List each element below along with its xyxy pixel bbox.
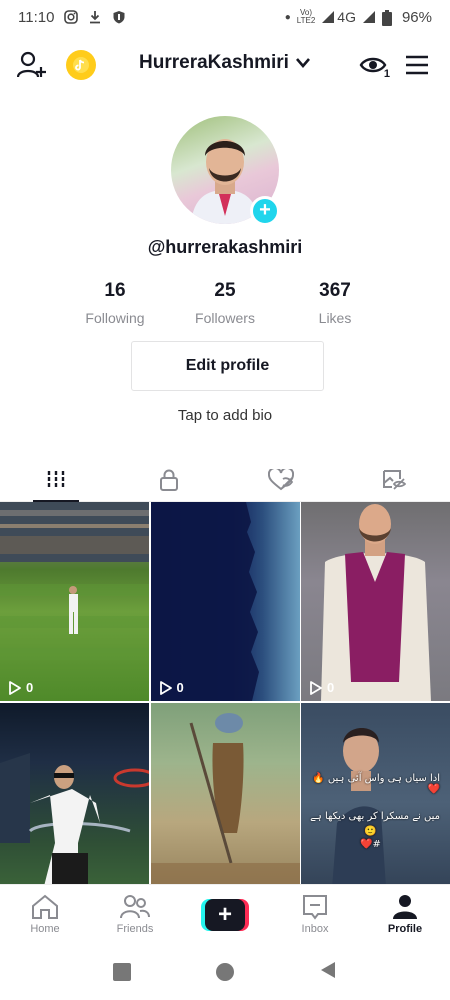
caption-line: 🙂 bbox=[364, 826, 377, 837]
tagged-hidden-icon bbox=[382, 469, 406, 490]
instagram-notification-icon bbox=[64, 10, 79, 24]
volte-indicator: Vo) LTE2 bbox=[296, 8, 316, 25]
grid-icon bbox=[48, 470, 65, 489]
tab-videos[interactable] bbox=[0, 458, 113, 502]
back-triangle-icon bbox=[321, 961, 336, 978]
stat-value: 367 bbox=[319, 280, 351, 301]
video-view-count: 0 bbox=[8, 680, 33, 695]
liked-hidden-icon bbox=[268, 468, 295, 490]
plus-icon: + bbox=[259, 199, 271, 221]
video-view-count: 0 bbox=[309, 680, 334, 695]
video-thumbnail[interactable] bbox=[150, 703, 300, 902]
video-grid: 0 0 0 ادا سیاں ہی واس آئی ہیں 🔥❤️ میں نے… bbox=[0, 502, 450, 902]
caption-line: میں نے مسکرا کر بھی دیکھا ہے bbox=[310, 811, 440, 822]
bottom-navigation: Home Friends + Inbox Profile bbox=[0, 884, 450, 944]
cricket-player-scene bbox=[0, 753, 149, 902]
chevron-down-icon bbox=[295, 58, 310, 68]
download-icon bbox=[88, 10, 102, 24]
nav-create[interactable]: + bbox=[180, 885, 270, 944]
battery-icon bbox=[381, 10, 396, 26]
nav-label: Friends bbox=[116, 923, 154, 935]
status-bar: 11:10 ● Vo) LTE2 4G 96% bbox=[0, 0, 450, 34]
create-video-button[interactable]: + bbox=[201, 898, 249, 931]
man-in-waistcoat-scene bbox=[321, 504, 431, 701]
profile-handle: @hurrerakashmiri bbox=[147, 237, 303, 257]
home-icon bbox=[32, 894, 58, 919]
video-thumbnail[interactable]: 0 bbox=[0, 502, 149, 701]
plus-icon: + bbox=[205, 898, 245, 931]
nav-friends[interactable]: Friends bbox=[90, 885, 180, 944]
battery-percent: 96% bbox=[401, 8, 432, 26]
network-type: 4G bbox=[337, 9, 356, 25]
stat-likes[interactable]: 367 Likes bbox=[280, 280, 390, 326]
recent-apps-button[interactable] bbox=[112, 963, 131, 981]
views-badge: 1 bbox=[383, 68, 390, 80]
top-username: HurreraKashmiri bbox=[139, 52, 289, 73]
tab-tagged[interactable] bbox=[338, 458, 450, 501]
caption-line: #❤️ bbox=[360, 839, 381, 850]
profile-top-bar: HurreraKashmiri 1 bbox=[0, 44, 450, 86]
video-thumbnail[interactable] bbox=[0, 703, 149, 902]
play-icon bbox=[9, 680, 21, 695]
edit-profile-button[interactable]: Edit profile bbox=[131, 341, 324, 391]
signal-icon bbox=[321, 10, 335, 24]
stat-label: Likes bbox=[318, 310, 352, 326]
view-count: 0 bbox=[176, 680, 184, 695]
video-caption: ادا سیاں ہی واس آئی ہیں 🔥❤️ میں نے مسکرا… bbox=[301, 773, 440, 850]
status-time: 11:10 bbox=[18, 8, 55, 26]
shield-icon bbox=[112, 10, 126, 24]
system-navigation-bar bbox=[0, 944, 450, 1000]
nav-inbox[interactable]: Inbox bbox=[270, 885, 360, 944]
caption-line: ادا سیاں ہی واس آئی ہیں 🔥❤️ bbox=[312, 773, 440, 795]
friends-icon bbox=[120, 895, 150, 919]
video-view-count: 0 bbox=[159, 680, 184, 695]
home-button[interactable] bbox=[215, 963, 234, 981]
profile-tabs bbox=[0, 458, 450, 502]
eye-icon bbox=[359, 57, 387, 73]
blurred-figure-scene bbox=[150, 713, 300, 902]
stat-value: 16 bbox=[104, 280, 126, 301]
back-button[interactable] bbox=[319, 961, 337, 984]
profile-stats: 16 Following 25 Followers 367 Likes bbox=[60, 280, 390, 326]
view-count: 0 bbox=[26, 680, 34, 695]
nav-label: Profile bbox=[387, 923, 423, 935]
avatar-add-button[interactable]: + bbox=[250, 196, 280, 226]
stat-followers[interactable]: 25 Followers bbox=[170, 280, 280, 326]
menu-button[interactable] bbox=[403, 52, 431, 78]
tab-liked[interactable] bbox=[225, 458, 338, 501]
view-count: 0 bbox=[327, 680, 335, 695]
nav-profile[interactable]: Profile bbox=[360, 885, 450, 944]
tab-private[interactable] bbox=[113, 458, 226, 501]
inbox-icon bbox=[303, 895, 327, 920]
hamburger-icon bbox=[406, 55, 428, 75]
add-bio-prompt[interactable]: Tap to add bio bbox=[0, 407, 450, 424]
profile-views-button[interactable]: 1 bbox=[356, 50, 390, 80]
stat-value: 25 bbox=[214, 280, 236, 301]
lock-icon bbox=[159, 469, 178, 491]
video-thumbnail[interactable]: ادا سیاں ہی واس آئی ہیں 🔥❤️ میں نے مسکرا… bbox=[301, 703, 450, 902]
nav-label: Inbox bbox=[301, 923, 329, 935]
signal-icon-2 bbox=[362, 10, 376, 24]
play-icon bbox=[159, 680, 172, 695]
stat-following[interactable]: 16 Following bbox=[60, 280, 170, 326]
dot-icon: ● bbox=[284, 11, 291, 23]
forest-silhouette-scene bbox=[150, 502, 259, 701]
stat-label: Following bbox=[85, 310, 145, 326]
nav-home[interactable]: Home bbox=[0, 885, 90, 944]
profile-icon bbox=[393, 895, 417, 919]
cricket-stadium-scene bbox=[0, 502, 149, 660]
video-thumbnail[interactable]: 0 bbox=[301, 502, 450, 701]
play-icon bbox=[310, 680, 322, 695]
stat-label: Followers bbox=[195, 310, 255, 326]
nav-label: Home bbox=[30, 923, 60, 935]
video-thumbnail[interactable]: 0 bbox=[150, 502, 300, 701]
